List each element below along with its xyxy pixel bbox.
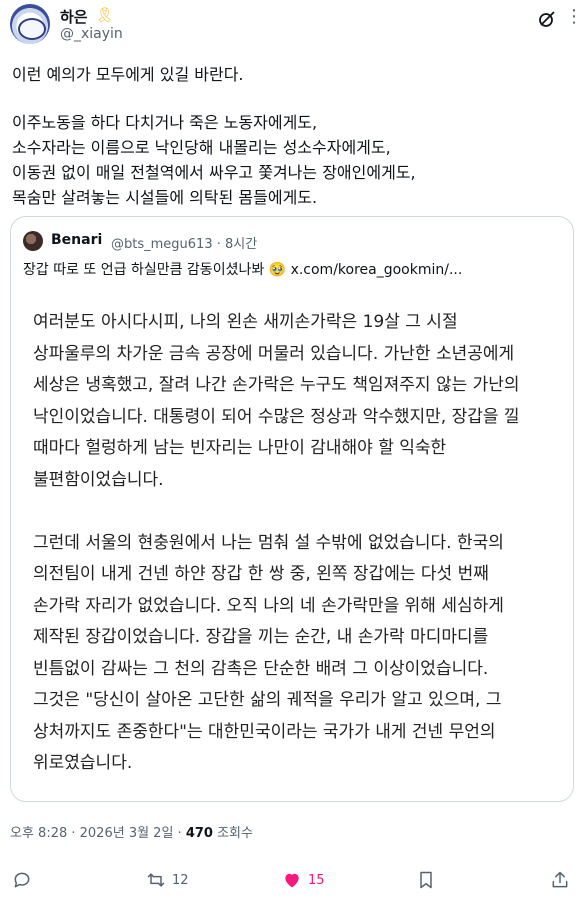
post-line: 이동권 없이 매일 전철역에서 싸우고 쫓겨나는 장애인에게도,	[12, 163, 416, 182]
quoted-handle-time: @bts_megu613 · 8시간	[111, 237, 258, 252]
quoted-image-text: 여러분도 아시다시피, 나의 왼손 새끼손가락은 19살 그 시절 상파울루의 …	[33, 307, 563, 780]
repost-button[interactable]: 12	[146, 870, 189, 890]
post-timestamp: 오후 8:28 · 2026년 3월 2일 · 470 조회수	[10, 822, 253, 841]
image-text-line: 위로였습니다.	[33, 753, 133, 773]
image-text-line: 세상은 냉혹했고, 잘려 나간 손가락은 누구도 책임져주지 않는 가난의	[33, 375, 520, 395]
image-text-line: 의전팀이 내게 건넨 하얀 장갑 한 쌍 중, 왼쪽 장갑에는 다섯 번째	[33, 564, 489, 584]
image-text-line: 제작된 장갑이었습니다. 장갑을 끼는 순간, 내 손가락 마디마디를	[33, 627, 489, 647]
like-count: 15	[308, 872, 325, 888]
post-line: 목숨만 살려놓는 시설들에 의탁된 몸들에게도.	[12, 188, 318, 207]
image-text-line: 빈틈없이 감싸는 그 천의 감촉은 단순한 배려 그 이상이었습니다.	[33, 658, 489, 679]
yellow-ribbon-icon: 🎗	[95, 6, 115, 24]
image-text-line: 낙인이었습니다. 대통령이 되어 수많은 정상과 악수했지만, 장갑을 낄	[33, 406, 520, 427]
quoted-text: 장갑 따로 또 언급 하실만큼 감동이셨나봐 🥹 x.com/korea_goo…	[23, 259, 563, 279]
bookmark-icon	[420, 871, 432, 889]
heart-icon	[285, 873, 299, 888]
action-bar: 12 15	[0, 866, 583, 896]
reply-icon	[14, 872, 30, 888]
post-line: 이런 예의가 모두에게 있길 바란다.	[12, 65, 244, 84]
views-label: 조회수	[212, 826, 253, 841]
post-line: 소수자라는 이름으로 낙인당해 내몰리는 성소수자에게도,	[12, 138, 391, 157]
avatar[interactable]	[10, 4, 50, 44]
quoted-avatar[interactable]	[23, 231, 43, 251]
image-text-line: 상파울루의 차가운 금속 공장에 머물러 있습니다. 가난한 소년공에게	[33, 343, 515, 364]
like-button[interactable]: 15	[282, 870, 325, 890]
share-icon	[552, 871, 568, 888]
post-header: 하은 🎗 @_xiayin ⋮	[10, 4, 583, 48]
repost-count: 12	[172, 872, 189, 888]
image-text-line: 상처까지도 존중한다"는 대한민국이라는 국가가 내게 건넨 무언의	[33, 721, 496, 742]
handle[interactable]: @_xiayin	[60, 26, 123, 42]
image-text-line: 불편함이었습니다.	[33, 469, 164, 490]
views-count: 470	[185, 826, 213, 841]
quoted-display-name[interactable]: Benari	[51, 232, 102, 248]
image-text-line: 그것은 "당신이 살아온 고단한 삶의 궤적을 우리가 알고 있으며, 그	[33, 690, 502, 710]
bookmark-button[interactable]	[416, 870, 436, 890]
post-text: 이런 예의가 모두에게 있길 바란다. 이주노동을 하다 다치거나 죽은 노동자…	[12, 62, 568, 210]
quoted-text-body: 장갑 따로 또 언급 하실만큼 감동이셨나봐	[23, 262, 265, 278]
post-line: 이주노동을 하다 다치거나 죽은 노동자에게도,	[12, 113, 318, 132]
share-button[interactable]	[550, 870, 570, 890]
image-text-line: 여러분도 아시다시피, 나의 왼손 새끼손가락은 19살 그 시절	[33, 312, 458, 332]
quoted-post[interactable]: Benari @bts_megu613 · 8시간 장갑 따로 또 언급 하실만…	[10, 216, 574, 802]
pleading-face-icon: 🥹	[268, 262, 287, 278]
reply-button[interactable]	[12, 870, 38, 890]
image-text-line: 손가락 자리가 없었습니다. 오직 나의 네 손가락만을 위해 세심하게	[33, 595, 504, 616]
repost-icon	[147, 873, 165, 887]
more-options-icon[interactable]: ⋮	[565, 8, 583, 26]
display-name[interactable]: 하은	[60, 6, 88, 27]
image-text-line: 그런데 서울의 현충원에서 나는 멈춰 설 수밖에 없었습니다. 한국의	[33, 532, 504, 553]
quoted-link[interactable]: x.com/korea_gookmin/...	[291, 262, 463, 278]
timestamp-text[interactable]: 오후 8:28 · 2026년 3월 2일 ·	[10, 826, 186, 841]
grok-icon[interactable]	[538, 10, 556, 28]
image-text-line: 때마다 헐렁하게 남는 빈자리는 나만이 감내해야 할 익숙한	[33, 438, 447, 458]
